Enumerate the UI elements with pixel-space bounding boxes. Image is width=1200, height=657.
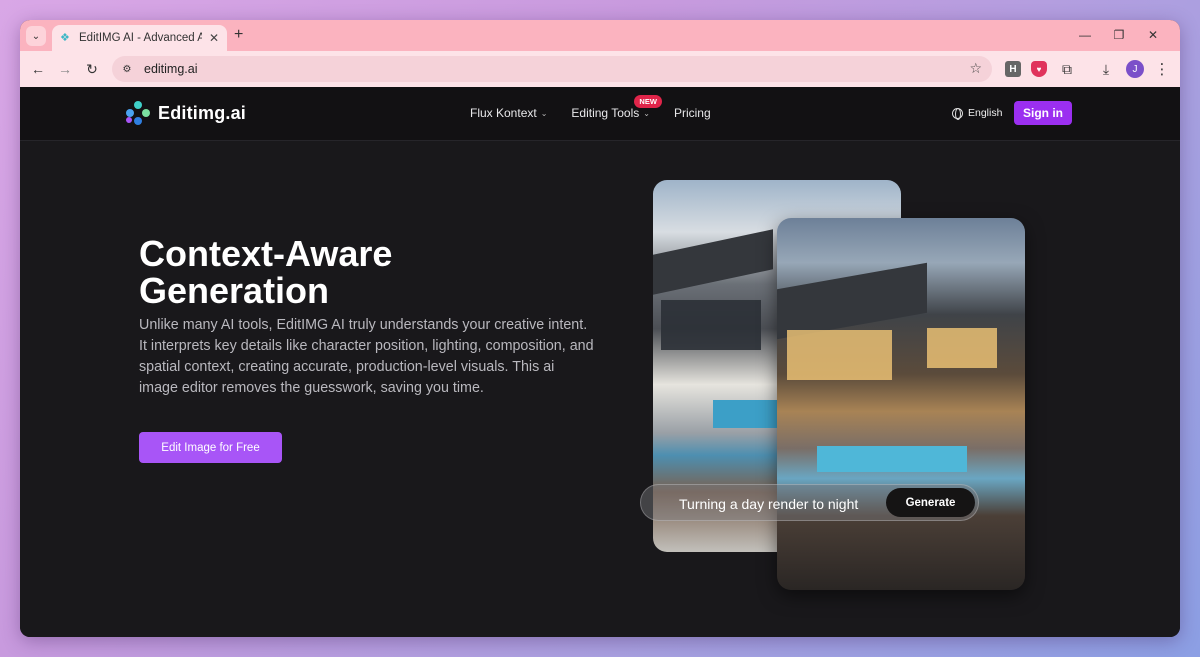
tab-search-button[interactable]: ⌄ (26, 26, 46, 46)
new-badge: NEW (634, 95, 662, 108)
tab-title: EditIMG AI - Advanced AI Image (79, 32, 202, 44)
active-tab[interactable]: ❖ EditIMG AI - Advanced AI Image ✕ (52, 25, 227, 51)
globe-icon (952, 107, 963, 120)
nav-editing-tools[interactable]: Editing Tools ⌄ NEW (571, 95, 662, 120)
logo-text: Editimg.ai (158, 102, 247, 123)
prompt-text: Turning a day render to night (679, 496, 859, 512)
language-selector[interactable]: English (952, 107, 1003, 120)
nav-label: Pricing (673, 106, 711, 120)
edit-image-free-button[interactable]: Edit Image for Free (139, 432, 282, 463)
site-logo[interactable]: Editimg.ai (126, 101, 246, 125)
back-arrow-icon[interactable]: ← (28, 59, 48, 79)
nav-flux-kontext[interactable]: Flux Kontext ⌄ (470, 106, 547, 120)
restore-icon[interactable]: ❐ (1102, 24, 1136, 46)
browser-toolbar: ← → ↻ ⚙ editimg.ai ☆ H ♥ ⧉ ⤓ J ⋮ (20, 51, 1180, 87)
minimize-icon[interactable]: — (1068, 24, 1102, 46)
download-icon[interactable]: ⤓ (1098, 61, 1114, 77)
night-render-image (777, 218, 1025, 590)
generate-button[interactable]: Generate (886, 488, 975, 517)
prompt-input[interactable]: Turning a day render to night Generate (640, 484, 979, 521)
site-favicon-icon: ❖ (60, 32, 70, 44)
logo-mark-icon (126, 101, 150, 125)
close-icon[interactable]: ✕ (1136, 24, 1170, 46)
extension-h-icon[interactable]: H (1005, 61, 1021, 77)
star-icon[interactable]: ☆ (969, 60, 982, 77)
web-page: Editimg.ai Flux Kontext ⌄ Editing Tools … (20, 87, 1180, 637)
chevron-down-icon: ⌄ (643, 108, 650, 118)
chevron-down-icon: ⌄ (31, 30, 41, 42)
new-tab-button[interactable]: + (234, 26, 243, 44)
chevron-down-icon: ⌄ (540, 108, 548, 118)
site-header: Editimg.ai Flux Kontext ⌄ Editing Tools … (20, 87, 1180, 141)
nav-pricing[interactable]: Pricing (674, 106, 711, 120)
reload-icon[interactable]: ↻ (82, 59, 102, 79)
main-nav: Flux Kontext ⌄ Editing Tools ⌄ NEW Prici… (470, 95, 711, 120)
tab-bar: ⌄ ❖ EditIMG AI - Advanced AI Image ✕ + —… (20, 20, 1180, 51)
hero-description: Unlike many AI tools, EditIMG AI truly u… (139, 317, 594, 396)
extensions-icon[interactable]: ⧉ (1059, 61, 1075, 77)
site-info-icon[interactable]: ⚙ (116, 58, 138, 80)
address-bar[interactable]: ⚙ editimg.ai ☆ (112, 56, 992, 82)
sign-in-button[interactable]: Sign in (1014, 101, 1072, 125)
forward-arrow-icon[interactable]: → (55, 59, 75, 79)
tab-close-icon[interactable]: ✕ (209, 31, 219, 45)
nav-label: Editing Tools (571, 106, 640, 120)
hero-title: Context-Aware Generation (139, 233, 393, 311)
url-text: editimg.ai (144, 62, 198, 76)
window-controls: — ❐ ✕ (1068, 24, 1170, 46)
profile-avatar[interactable]: J (1126, 60, 1144, 78)
language-label: English (968, 107, 1003, 119)
menu-icon[interactable]: ⋮ (1154, 61, 1170, 78)
nav-label: Flux Kontext (470, 106, 537, 120)
extension-shield-icon[interactable]: ♥ (1031, 61, 1047, 77)
browser-window: ⌄ ❖ EditIMG AI - Advanced AI Image ✕ + —… (20, 20, 1180, 637)
